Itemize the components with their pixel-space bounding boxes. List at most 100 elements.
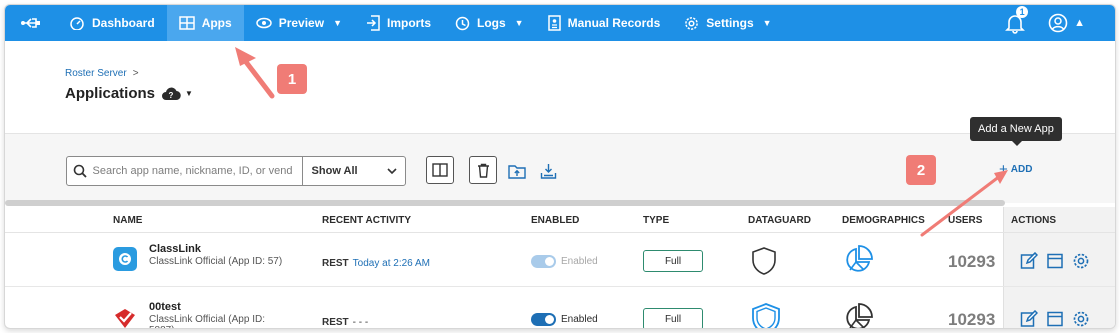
search-bar: Search app name, nickname, ID, or vend S…: [66, 156, 406, 186]
user-avatar-icon: [1048, 13, 1068, 33]
notification-count-badge: 1: [1016, 6, 1029, 18]
col-dataguard[interactable]: DATAGUARD: [748, 215, 811, 226]
col-name[interactable]: NAME: [113, 215, 142, 226]
recent-activity: REST Today at 2:26 AM: [322, 258, 430, 269]
gear-icon[interactable]: [1072, 310, 1090, 328]
eye-icon: [255, 17, 272, 29]
nav-imports-label: Imports: [386, 16, 431, 30]
table-row: ClassLink ClassLink Official (App ID: 57…: [5, 230, 1115, 287]
search-input[interactable]: Search app name, nickname, ID, or vend: [93, 157, 303, 185]
import-icon: [366, 15, 380, 31]
app-checkmark-logo-icon: [113, 306, 137, 328]
window-icon[interactable]: [1046, 252, 1064, 270]
nav-dashboard-label: Dashboard: [92, 16, 155, 30]
chevron-up-icon: ▲: [1074, 17, 1085, 29]
app-name[interactable]: ClassLink: [149, 243, 201, 255]
export-download-button[interactable]: [539, 162, 557, 180]
dashboard-gauge-icon: [70, 17, 84, 30]
toggle-knob: [545, 257, 554, 266]
chevron-down-icon: ▼: [185, 89, 193, 98]
plus-icon: +: [999, 160, 1008, 178]
gear-icon[interactable]: [1072, 252, 1090, 270]
notifications-bell-icon[interactable]: 1: [1004, 6, 1029, 34]
apps-grid-icon: [178, 16, 195, 30]
page-title-row: Applications ? ▼: [65, 85, 193, 102]
nav-logs-label: Logs: [477, 16, 506, 30]
usb-logo-icon[interactable]: [5, 5, 57, 41]
app-name[interactable]: 00test: [149, 301, 181, 313]
user-menu[interactable]: ▲: [1048, 13, 1085, 33]
type-badge[interactable]: Full: [643, 250, 703, 272]
recent-activity: REST - - -: [322, 317, 368, 328]
enabled-toggle[interactable]: Enabled: [531, 255, 598, 268]
chevron-down-icon: ▼: [333, 18, 342, 28]
nav-right: 1 ▲: [1004, 5, 1085, 41]
add-app-tooltip: Add a New App: [970, 117, 1062, 146]
col-demographics[interactable]: DEMOGRAPHICS: [842, 215, 925, 226]
step-2-callout: 2: [906, 155, 936, 185]
nav-manual-records-label: Manual Records: [567, 16, 661, 30]
nav-settings-label: Settings: [706, 16, 754, 30]
nav-imports[interactable]: Imports: [354, 5, 443, 41]
demographics-pie-icon[interactable]: [843, 303, 873, 328]
nav-preview-label: Preview: [278, 16, 325, 30]
horizontal-scrollbar[interactable]: [5, 200, 1005, 206]
dataguard-shield-icon[interactable]: [751, 246, 777, 281]
enabled-label: Enabled: [561, 314, 598, 325]
trash-icon: [477, 163, 489, 178]
activity-time[interactable]: Today at 2:26 AM: [353, 258, 430, 269]
app-subtitle: ClassLink Official (App ID: 57): [149, 256, 283, 267]
col-users[interactable]: USERS: [948, 215, 982, 226]
enabled-toggle[interactable]: Enabled: [531, 313, 598, 326]
col-recent-activity[interactable]: RECENT ACTIVITY: [322, 215, 411, 226]
type-badge[interactable]: Full: [643, 308, 703, 328]
activity-method: REST: [322, 317, 349, 328]
chevron-down-icon: ▼: [762, 18, 772, 28]
nav-preview[interactable]: Preview ▼: [244, 5, 354, 41]
chevron-down-icon: [387, 167, 397, 174]
breadcrumb: Roster Server >: [65, 68, 139, 79]
chevron-down-icon: ▼: [514, 18, 524, 28]
document-icon: [547, 15, 561, 31]
classlink-logo-icon: [113, 247, 137, 271]
delete-button[interactable]: [469, 156, 497, 184]
users-count: 10293: [948, 310, 996, 329]
demographics-pie-icon[interactable]: [843, 245, 873, 280]
help-cloud-icon: ?: [162, 87, 181, 101]
breadcrumb-roster-server[interactable]: Roster Server: [65, 68, 127, 79]
nav-apps[interactable]: Apps: [166, 5, 244, 41]
add-app-label: ADD: [1010, 164, 1033, 175]
nav-logs[interactable]: Logs ▼: [443, 5, 536, 41]
col-type[interactable]: TYPE: [643, 215, 669, 226]
gear-icon: [685, 16, 699, 30]
svg-text:?: ?: [169, 91, 174, 100]
columns-toggle-button[interactable]: [426, 156, 454, 184]
download-tray-icon: [540, 164, 556, 179]
activity-method: REST: [322, 258, 349, 269]
breadcrumb-separator: >: [132, 68, 139, 79]
table-row: 00test ClassLink Official (App ID: 5887)…: [5, 288, 1115, 329]
filter-select[interactable]: Show All: [303, 165, 405, 177]
col-enabled[interactable]: ENABLED: [531, 215, 579, 226]
window-icon[interactable]: [1046, 310, 1064, 328]
filter-select-value: Show All: [311, 165, 358, 177]
help-cloud-dropdown[interactable]: ? ▼: [161, 86, 193, 101]
search-icon: [67, 164, 93, 178]
col-actions: ACTIONS: [1011, 215, 1056, 226]
edit-icon[interactable]: [1020, 309, 1039, 328]
toggle-track: [531, 313, 556, 326]
dataguard-shield-icon[interactable]: [751, 302, 781, 328]
nav-settings[interactable]: Settings ▼: [672, 5, 783, 41]
users-count: 10293: [948, 252, 996, 271]
folder-upload-icon: [508, 164, 526, 179]
columns-icon: [432, 163, 448, 177]
folder-upload-button[interactable]: [508, 162, 526, 180]
app-subtitle: ClassLink Official (App ID: 5887): [149, 314, 265, 328]
nav-dashboard[interactable]: Dashboard: [57, 5, 167, 41]
toggle-knob: [545, 315, 554, 324]
add-app-button[interactable]: + ADD: [999, 160, 1033, 178]
edit-icon[interactable]: [1020, 251, 1039, 270]
nav-manual-records[interactable]: Manual Records: [536, 5, 673, 41]
clock-icon: [455, 16, 470, 30]
step-1-callout: 1: [277, 64, 307, 94]
